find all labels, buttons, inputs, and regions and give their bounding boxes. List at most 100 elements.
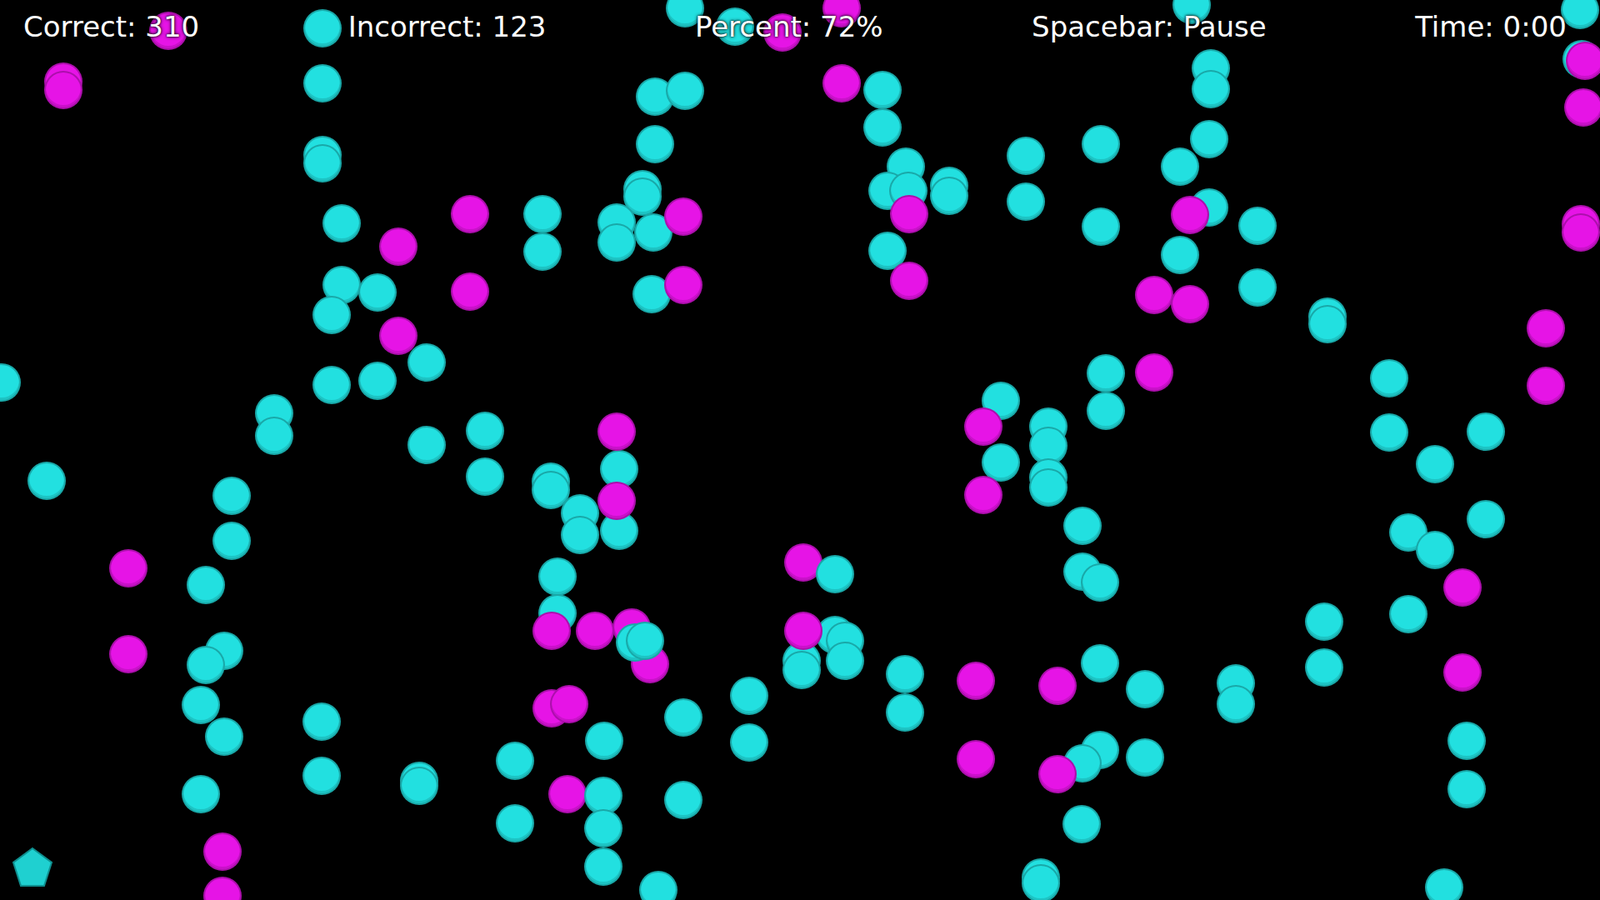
ball bbox=[1238, 206, 1277, 245]
ball bbox=[450, 272, 490, 311]
ball bbox=[597, 223, 636, 262]
ball bbox=[255, 416, 294, 455]
ball bbox=[302, 756, 341, 795]
ball bbox=[585, 721, 624, 760]
ball bbox=[964, 407, 1003, 446]
ball bbox=[203, 876, 242, 900]
ball bbox=[109, 635, 148, 674]
ball bbox=[863, 108, 902, 147]
ball bbox=[890, 261, 929, 300]
percent-score: Percent: 72% bbox=[695, 8, 884, 45]
ball bbox=[181, 685, 220, 725]
ball bbox=[930, 176, 969, 215]
ball bbox=[1063, 506, 1102, 545]
ball bbox=[782, 650, 821, 690]
ball bbox=[379, 227, 418, 266]
ball bbox=[1006, 182, 1045, 221]
ball bbox=[665, 71, 705, 110]
ball bbox=[956, 740, 995, 779]
ball bbox=[1190, 120, 1229, 159]
ball bbox=[548, 775, 587, 814]
ball bbox=[303, 64, 342, 103]
ball bbox=[203, 832, 242, 871]
ball bbox=[109, 549, 148, 588]
ball bbox=[0, 363, 21, 402]
ball bbox=[538, 557, 577, 596]
ball bbox=[1447, 770, 1486, 809]
ball bbox=[1135, 275, 1174, 315]
ball bbox=[532, 611, 571, 650]
ball bbox=[825, 641, 865, 680]
ball bbox=[890, 195, 929, 234]
ball bbox=[495, 741, 535, 780]
ball bbox=[465, 411, 505, 450]
ball bbox=[303, 144, 342, 183]
ball bbox=[956, 661, 995, 700]
ball bbox=[550, 685, 589, 724]
ball bbox=[730, 676, 769, 715]
ball bbox=[664, 780, 703, 820]
hud-bar: Correct: 310Incorrect: 123Percent: 72%Sp… bbox=[0, 0, 1600, 54]
ball bbox=[450, 195, 490, 234]
ball bbox=[1160, 147, 1200, 186]
ball bbox=[863, 70, 902, 110]
ball bbox=[1080, 563, 1120, 602]
ball bbox=[302, 702, 341, 741]
ball bbox=[1561, 213, 1600, 252]
ball bbox=[1447, 721, 1486, 760]
ball bbox=[1038, 666, 1077, 705]
ball bbox=[1443, 653, 1482, 692]
ball bbox=[181, 775, 220, 814]
ball bbox=[1305, 602, 1344, 641]
incorrect-count: Incorrect: 123 bbox=[348, 8, 547, 45]
ball bbox=[27, 461, 66, 500]
ball bbox=[584, 809, 623, 848]
ball bbox=[1526, 366, 1565, 405]
ball bbox=[1062, 805, 1101, 844]
pause-hint: Spacebar: Pause bbox=[1031, 8, 1267, 45]
ball bbox=[322, 204, 361, 243]
ball bbox=[1170, 285, 1210, 324]
ball bbox=[495, 804, 535, 843]
ball bbox=[1415, 445, 1455, 484]
ball bbox=[1029, 468, 1068, 507]
ball bbox=[312, 365, 351, 405]
ball bbox=[560, 515, 600, 555]
ball bbox=[1216, 685, 1255, 724]
ball bbox=[1080, 644, 1120, 683]
ball bbox=[400, 766, 439, 805]
ball bbox=[1370, 413, 1409, 452]
ball bbox=[1526, 309, 1565, 348]
ball bbox=[1125, 738, 1165, 777]
player-pentagon-icon bbox=[10, 845, 55, 890]
ball bbox=[730, 723, 769, 762]
ball bbox=[1006, 136, 1045, 175]
ball bbox=[186, 565, 225, 605]
ball bbox=[44, 70, 83, 110]
ball bbox=[1170, 195, 1210, 235]
ball bbox=[822, 64, 861, 103]
ball bbox=[597, 412, 636, 451]
ball bbox=[358, 273, 397, 312]
ball bbox=[1086, 391, 1125, 430]
ball bbox=[1086, 354, 1125, 393]
ball bbox=[635, 125, 675, 164]
ball bbox=[303, 9, 342, 48]
ball bbox=[1425, 868, 1464, 900]
ball bbox=[212, 476, 251, 515]
ball bbox=[523, 232, 562, 271]
ball bbox=[1389, 595, 1428, 634]
timer: Time: 0:00 bbox=[1415, 8, 1567, 45]
ball bbox=[407, 425, 446, 465]
ball bbox=[1238, 268, 1277, 307]
ball bbox=[1081, 207, 1120, 246]
ball bbox=[664, 197, 703, 236]
ball bbox=[784, 611, 823, 650]
ball bbox=[1081, 125, 1120, 164]
ball bbox=[523, 195, 562, 234]
ball bbox=[885, 655, 925, 694]
game-screen: Correct: 310Incorrect: 123Percent: 72%Sp… bbox=[0, 0, 1600, 900]
ball bbox=[1370, 359, 1409, 398]
play-field bbox=[0, 0, 1600, 900]
ball bbox=[186, 645, 225, 685]
